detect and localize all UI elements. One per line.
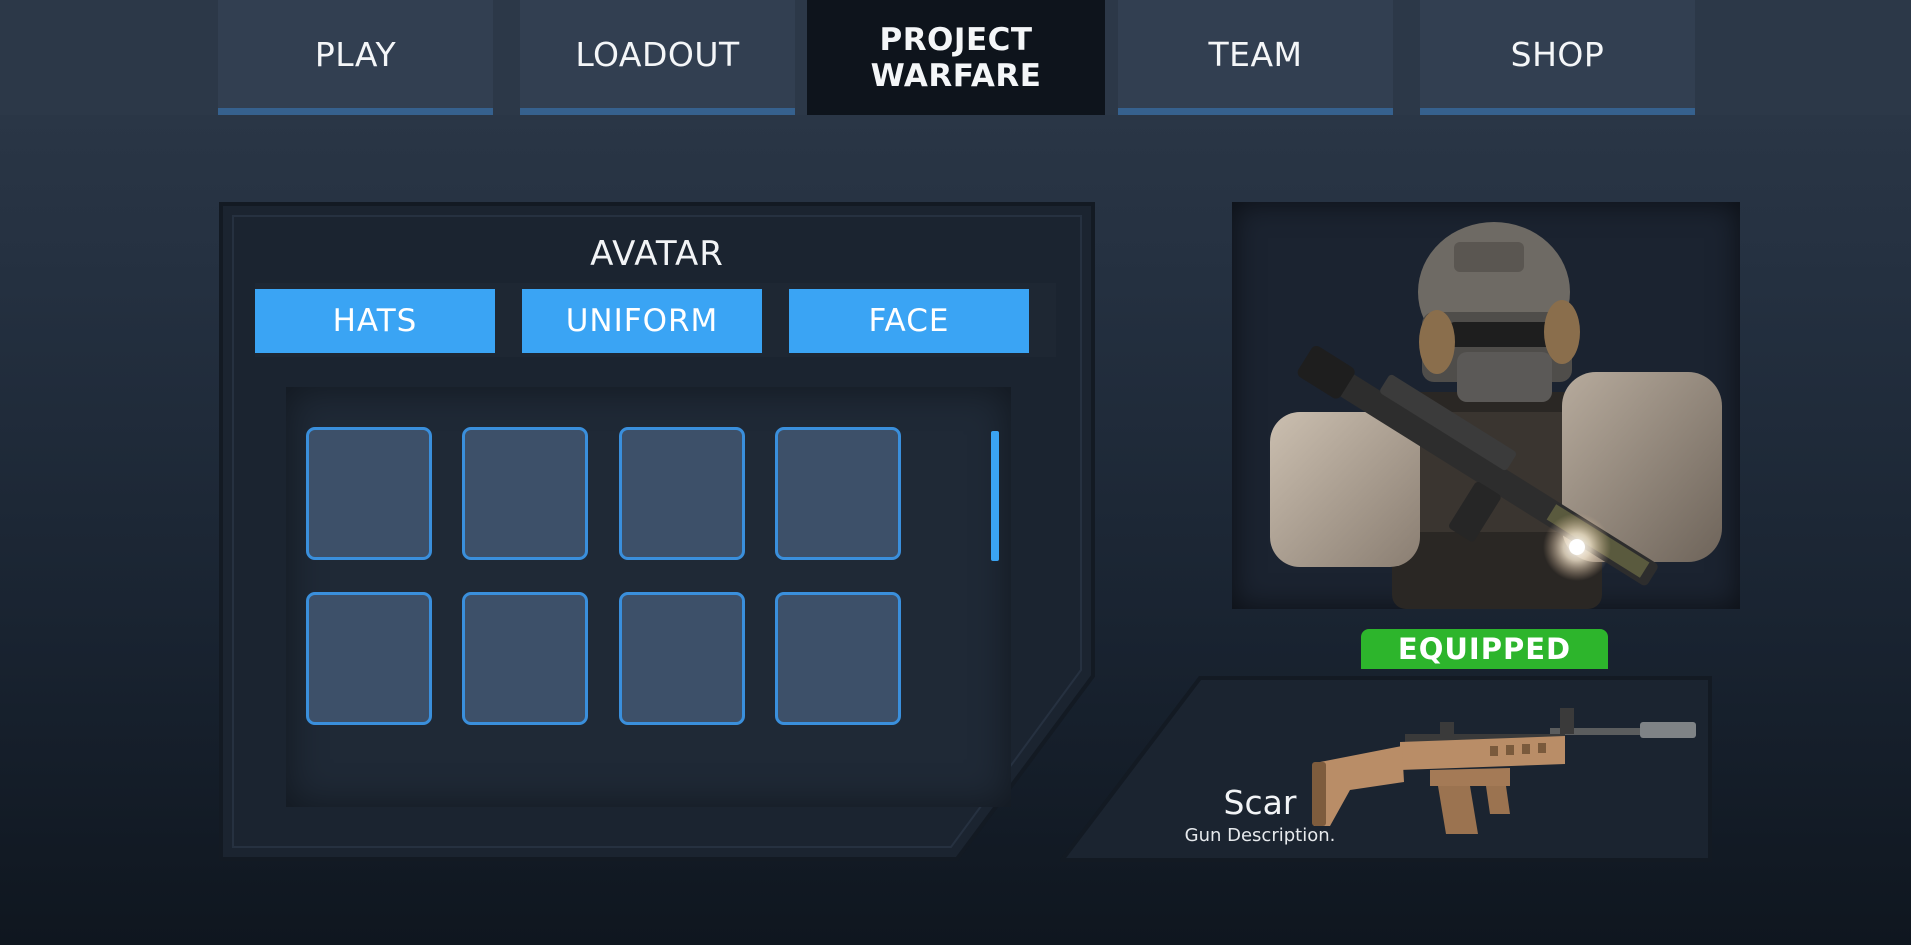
tab-loadout[interactable]: LOADOUT [520,0,795,115]
avatar-title: AVATAR [590,234,724,274]
grid-scrollbar[interactable] [991,431,999,561]
item-grid [286,387,1011,807]
item-slot[interactable] [775,592,901,725]
item-slot[interactable] [462,427,588,560]
weapon-card[interactable]: Scar Gun Description. [1060,676,1712,862]
weapon-description: Gun Description. [1184,825,1336,846]
category-tabs: HATS UNIFORM FACE [255,283,1056,357]
logo-line-2: WARFARE [870,57,1042,94]
item-slot[interactable] [462,592,588,725]
logo-line-1: PROJECT [879,21,1033,58]
uniform-button[interactable]: UNIFORM [522,289,762,353]
hats-button[interactable]: HATS [255,289,495,353]
tab-team[interactable]: TEAM [1118,0,1393,115]
top-nav: PLAY LOADOUT PROJECT WARFARE TEAM SHOP [0,0,1911,115]
item-slot[interactable] [775,427,901,560]
face-button[interactable]: FACE [789,289,1029,353]
equipped-badge: EQUIPPED [1361,629,1608,669]
game-logo-tab[interactable]: PROJECT WARFARE [807,0,1105,115]
tab-play[interactable]: PLAY [218,0,493,115]
weapon-name: Scar [1223,783,1297,822]
item-slot[interactable] [306,592,432,725]
character-preview [1232,202,1740,609]
soldier-character-image [1270,222,1722,609]
item-slot[interactable] [619,427,745,560]
item-slot[interactable] [306,427,432,560]
item-slot[interactable] [619,592,745,725]
avatar-panel: AVATAR HATS UNIFORM FACE [219,202,1095,861]
tab-shop[interactable]: SHOP [1420,0,1695,115]
